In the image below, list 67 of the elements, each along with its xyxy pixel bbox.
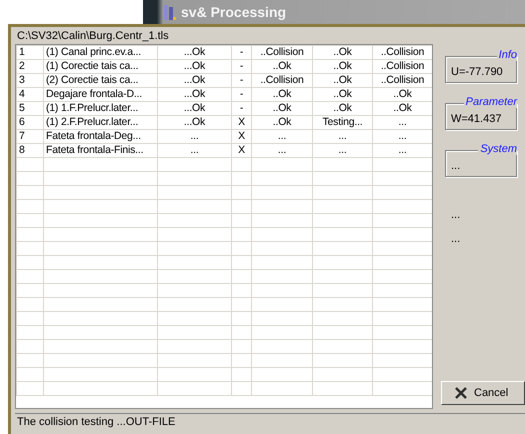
- table-cell: X: [232, 144, 252, 158]
- group-value: ...: [451, 160, 460, 172]
- table-cell: 4: [16, 88, 44, 102]
- table-cell: ...Ok: [158, 88, 232, 102]
- table-cell: ...Ok: [158, 74, 232, 88]
- table-cell: ..Collision: [372, 46, 432, 60]
- table-cell: ...Ok: [158, 46, 232, 60]
- table-cell: 6: [16, 116, 44, 130]
- table-cell: -: [232, 102, 252, 116]
- group-value: W=41.437: [451, 113, 502, 125]
- table-cell: ..Collision: [372, 60, 432, 74]
- table-cell: ..Collision: [252, 46, 312, 60]
- table-cell: ..Ok: [252, 102, 312, 116]
- table-cell: ..Ok: [252, 60, 312, 74]
- table-cell: ...: [252, 130, 312, 144]
- table-cell: ..Ok: [252, 88, 312, 102]
- side-text: ...: [451, 209, 460, 221]
- file-path: C:\SV32\Calin\Burg.Centr_1.tls: [16, 29, 170, 44]
- table-cell: 3: [16, 74, 44, 88]
- table-cell: (1) Canal princ.ev.a...: [44, 46, 158, 60]
- group-value: U=-77.790: [451, 66, 503, 78]
- table-cell: 2: [16, 60, 44, 74]
- table-cell: ...: [312, 144, 372, 158]
- table-cell: ...: [252, 144, 312, 158]
- group-legend: Parameter: [464, 96, 517, 108]
- table-cell: Testing...: [312, 116, 372, 130]
- table-cell: ..Ok: [312, 60, 372, 74]
- table-cell: Degajare frontala-D...: [44, 88, 158, 102]
- table-cell: ..Collision: [372, 74, 432, 88]
- window-title: sv& Processing: [181, 4, 286, 20]
- table-cell: 7: [16, 130, 44, 144]
- table-cell: -: [232, 88, 252, 102]
- table-cell: (2) Corectie tais ca...: [44, 74, 158, 88]
- table-cell: ..Ok: [312, 46, 372, 60]
- table-cell: ..Ok: [312, 74, 372, 88]
- group-legend: Info: [496, 49, 517, 61]
- table-cell: 1: [16, 46, 44, 60]
- table-cell: ..Ok: [252, 116, 312, 130]
- table-cell: ...Ok: [158, 116, 232, 130]
- table-cell: X: [232, 116, 252, 130]
- cancel-button[interactable]: Cancel: [441, 381, 525, 405]
- app-icon: [163, 3, 177, 21]
- table-cell: ..Ok: [312, 88, 372, 102]
- table-cell: ..Ok: [372, 88, 432, 102]
- table-cell: ...: [312, 130, 372, 144]
- table-cell: ...: [158, 144, 232, 158]
- table-cell: -: [232, 74, 252, 88]
- table-cell: ..Collision: [252, 74, 312, 88]
- side-text: ...: [451, 233, 460, 245]
- table-cell: (1) 2.F.Prelucr.later...: [44, 116, 158, 130]
- table-cell: ...Ok: [158, 60, 232, 74]
- table-cell: -: [232, 46, 252, 60]
- table-cell: Fateta frontala-Finis...: [44, 144, 158, 158]
- table-cell: 5: [16, 102, 44, 116]
- group-legend: System: [478, 143, 517, 155]
- table-cell: -: [232, 60, 252, 74]
- table-cell: X: [232, 130, 252, 144]
- close-icon: [454, 386, 468, 400]
- table-cell: ...Ok: [158, 102, 232, 116]
- table-cell: ...: [158, 130, 232, 144]
- status-bar: The collision testing ...OUT-FILE: [15, 413, 525, 430]
- table-cell: (1) Corectie tais ca...: [44, 60, 158, 74]
- table-cell: (1) 1.F.Prelucr.later...: [44, 102, 158, 116]
- table-cell: ..Ok: [372, 102, 432, 116]
- table-cell: ..Ok: [312, 102, 372, 116]
- table-cell: 8: [16, 144, 44, 158]
- table-cell: Fateta frontala-Deg...: [44, 130, 158, 144]
